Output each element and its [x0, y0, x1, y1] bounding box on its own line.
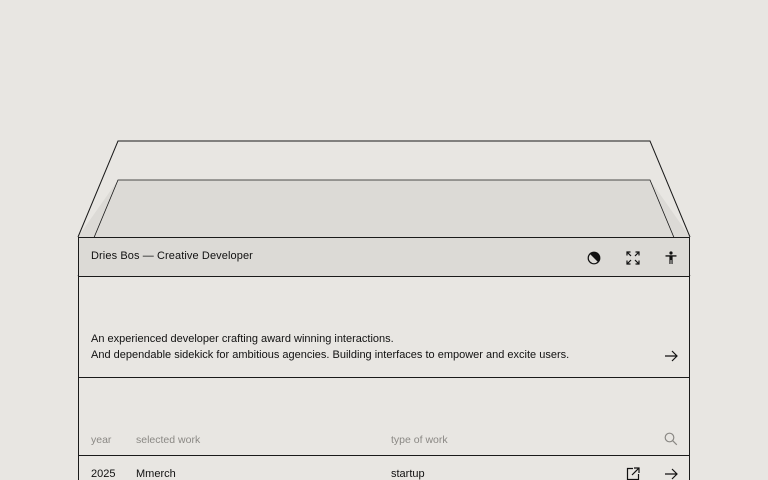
column-selected-work[interactable]: selected work [136, 434, 200, 446]
external-link-icon[interactable] [626, 467, 640, 480]
arrow-right-icon[interactable] [663, 348, 679, 364]
header-bar: Dries Bos — Creative Developer [79, 237, 689, 277]
accessibility-icon[interactable] [662, 249, 680, 267]
row-type: startup [391, 468, 425, 480]
site-frame: Dries Bos — Creative Developer An experi… [78, 237, 690, 480]
page: Dries Bos — Creative Developer An experi… [0, 0, 768, 480]
intro-line-1: An experienced developer crafting award … [91, 333, 394, 345]
work-table-header: year selected work type of work [79, 378, 689, 456]
row-year: 2025 [91, 468, 116, 480]
table-row[interactable]: 2025 Mmerch startup [79, 456, 689, 480]
site-title[interactable]: Dries Bos — Creative Developer [91, 250, 253, 262]
contrast-icon[interactable] [585, 249, 603, 267]
intro-line-2: And dependable sidekick for ambitious ag… [91, 349, 570, 361]
search-icon[interactable] [664, 432, 678, 446]
arrow-right-icon[interactable] [663, 467, 679, 480]
fullscreen-icon[interactable] [624, 249, 642, 267]
column-type-of-work[interactable]: type of work [391, 434, 448, 446]
intro-section: An experienced developer crafting award … [79, 277, 689, 378]
row-name[interactable]: Mmerch [136, 468, 176, 480]
column-year[interactable]: year [91, 434, 111, 446]
